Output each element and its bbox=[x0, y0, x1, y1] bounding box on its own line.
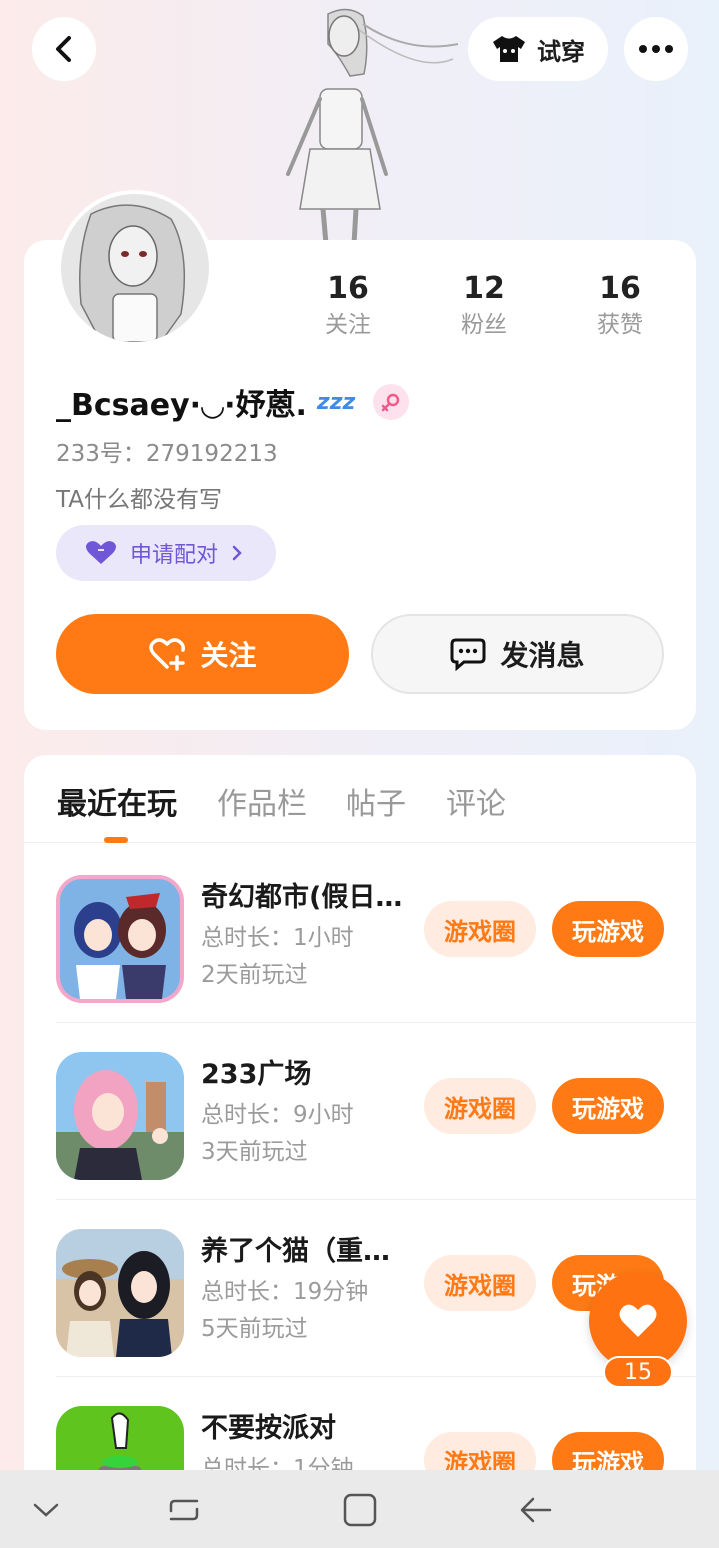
stat-likes[interactable]: 16 获赞 bbox=[552, 270, 688, 342]
tab-recently-played[interactable]: 最近在玩 bbox=[57, 779, 177, 823]
profile-stats: 16 关注 12 粉丝 16 获赞 bbox=[280, 270, 700, 342]
user-bio: TA什么都没有写 bbox=[56, 487, 222, 513]
game-row[interactable]: 233广场 总时长：9小时 3天前玩过 游戏圈 玩游戏 bbox=[56, 1022, 696, 1200]
more-dots-icon bbox=[639, 45, 673, 53]
game-duration: 总时长：1小时 bbox=[201, 925, 354, 951]
try-on-button[interactable]: 试穿 bbox=[468, 17, 608, 81]
game-icon[interactable] bbox=[56, 1052, 184, 1180]
nav-recents-button[interactable] bbox=[162, 1488, 206, 1532]
stat-followers-count: 12 bbox=[463, 271, 505, 306]
system-nav-bar bbox=[0, 1470, 719, 1548]
game-title: 奇幻都市(假日… bbox=[201, 882, 403, 913]
nickname: _Bcsaey·◡·妤蒽. zzz bbox=[56, 380, 410, 424]
nickname-text: _Bcsaey·◡·妤蒽. bbox=[56, 388, 307, 423]
game-last-played: 2天前玩过 bbox=[201, 962, 308, 988]
game-title: 233广场 bbox=[201, 1059, 312, 1090]
game-circle-button[interactable]: 游戏圈 bbox=[424, 1078, 536, 1134]
stat-likes-label: 获赞 bbox=[597, 312, 643, 338]
recent-apps-icon bbox=[169, 1499, 199, 1521]
character-figure bbox=[286, 8, 459, 244]
stat-likes-count: 16 bbox=[599, 271, 641, 306]
game-duration: 总时长：19分钟 bbox=[201, 1279, 369, 1305]
game-title: 不要按派对 bbox=[201, 1413, 336, 1444]
apply-pairing-label: 申请配对 bbox=[130, 543, 219, 568]
like-count-badge: 15 bbox=[603, 1356, 673, 1388]
tab-posts[interactable]: 帖子 bbox=[346, 779, 406, 823]
apply-pairing-button[interactable]: 申请配对 bbox=[56, 525, 276, 581]
follow-label: 关注 bbox=[200, 639, 257, 672]
sleep-emoji: zzz bbox=[316, 389, 356, 415]
send-message-button[interactable]: 发消息 bbox=[371, 614, 664, 694]
game-circle-button[interactable]: 游戏圈 bbox=[424, 1255, 536, 1311]
try-on-label: 试穿 bbox=[537, 37, 585, 66]
game-icon[interactable] bbox=[56, 1229, 184, 1357]
back-arrow-icon bbox=[56, 36, 71, 62]
heart-pair-icon bbox=[86, 541, 116, 564]
stat-following-label: 关注 bbox=[325, 312, 371, 338]
female-gender-icon bbox=[373, 384, 410, 420]
stat-followers[interactable]: 12 粉丝 bbox=[416, 270, 552, 342]
home-square-icon bbox=[343, 1493, 377, 1527]
stat-followers-label: 粉丝 bbox=[461, 312, 507, 338]
chevron-right-icon bbox=[232, 545, 242, 561]
play-game-button[interactable]: 玩游戏 bbox=[552, 1078, 664, 1134]
back-button[interactable] bbox=[32, 17, 96, 81]
nav-hide-button[interactable] bbox=[24, 1488, 68, 1532]
send-message-label: 发消息 bbox=[500, 639, 585, 672]
heart-plus-icon bbox=[149, 638, 186, 671]
back-arrow-icon bbox=[520, 1497, 552, 1523]
tshirt-icon bbox=[493, 36, 525, 62]
tab-comments[interactable]: 评论 bbox=[446, 779, 506, 823]
game-circle-button[interactable]: 游戏圈 bbox=[424, 901, 536, 957]
game-icon[interactable] bbox=[56, 875, 184, 1003]
tab-works[interactable]: 作品栏 bbox=[217, 779, 307, 823]
game-duration: 总时长：9小时 bbox=[201, 1102, 354, 1128]
avatar[interactable] bbox=[57, 190, 213, 346]
active-tab-indicator bbox=[104, 837, 128, 843]
game-last-played: 5天前玩过 bbox=[201, 1316, 308, 1342]
games-card: 最近在玩 作品栏 帖子 评论 奇幻都市(假日… 总时长：1小时 2天前玩过 游戏… bbox=[24, 755, 696, 1515]
avatar-image bbox=[61, 194, 209, 342]
follow-button[interactable]: 关注 bbox=[56, 614, 349, 694]
nav-back-button[interactable] bbox=[514, 1488, 558, 1532]
nav-home-button[interactable] bbox=[338, 1488, 382, 1532]
chat-bubble-icon bbox=[450, 638, 486, 671]
more-button[interactable] bbox=[624, 17, 688, 81]
stat-following[interactable]: 16 关注 bbox=[280, 270, 416, 342]
stat-following-count: 16 bbox=[327, 271, 369, 306]
game-title: 养了个猫（重… bbox=[201, 1236, 390, 1267]
profile-tabs: 最近在玩 作品栏 帖子 评论 bbox=[24, 755, 696, 843]
game-row[interactable]: 奇幻都市(假日… 总时长：1小时 2天前玩过 游戏圈 玩游戏 bbox=[56, 845, 696, 1023]
heart-icon bbox=[619, 1304, 657, 1337]
user-id: 233号：279192213 bbox=[56, 441, 278, 467]
game-last-played: 3天前玩过 bbox=[201, 1139, 308, 1165]
play-game-button[interactable]: 玩游戏 bbox=[552, 901, 664, 957]
chevron-down-icon bbox=[33, 1503, 59, 1517]
